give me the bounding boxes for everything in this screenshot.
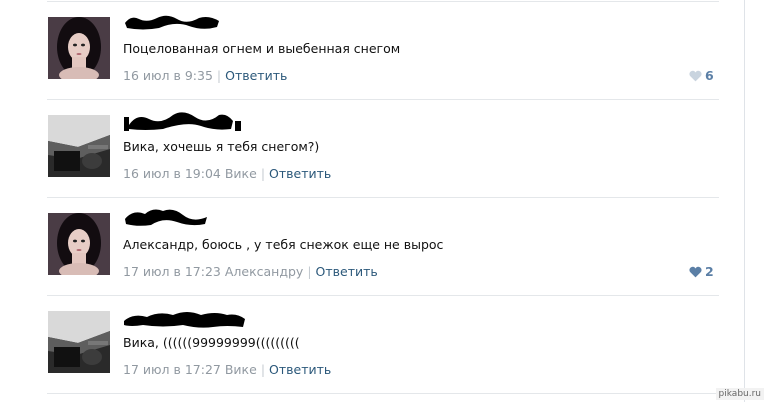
- comment-meta: 17 июл в 17:27 Вике | Ответить: [123, 362, 331, 378]
- heart-icon: [689, 266, 702, 278]
- comment-text: Вика, ((((((99999999(((((((((: [123, 335, 300, 350]
- wall-right-border: [744, 0, 745, 402]
- comment-item: Поцелованная огнем и выебенная снегом 16…: [0, 1, 744, 97]
- reply-link[interactable]: Ответить: [269, 166, 331, 181]
- reply-link[interactable]: Ответить: [225, 68, 287, 83]
- comment-meta: 16 июл в 9:35 | Ответить: [123, 68, 287, 84]
- comment-text: Вика, хочешь я тебя снегом?): [123, 139, 320, 154]
- reply-to-name[interactable]: Александру: [225, 264, 303, 279]
- comment-item: Вика, ((((((99999999((((((((( 17 июл в 1…: [0, 295, 744, 391]
- comment-date[interactable]: 17 июл в 17:27: [123, 362, 221, 377]
- avatar[interactable]: [48, 115, 110, 177]
- author-name-redacted[interactable]: [123, 107, 253, 131]
- meta-divider: |: [260, 362, 266, 377]
- reply-link[interactable]: Ответить: [269, 362, 331, 377]
- meta-divider: |: [260, 166, 266, 181]
- comment-date[interactable]: 17 июл в 17:23: [123, 264, 221, 279]
- comment-meta: 17 июл в 17:23 Александру | Ответить: [123, 264, 378, 280]
- avatar[interactable]: [48, 213, 110, 275]
- author-name-redacted[interactable]: [123, 9, 253, 33]
- reply-to-name[interactable]: Вике: [225, 362, 257, 377]
- like-count: 2: [705, 264, 714, 279]
- reply-link[interactable]: Ответить: [316, 264, 378, 279]
- meta-divider: |: [307, 264, 312, 279]
- comment-meta: 16 июл в 19:04 Вике | Ответить: [123, 166, 331, 182]
- reply-to-name[interactable]: Вике: [225, 166, 257, 181]
- comment-divider: [47, 393, 719, 394]
- comment-text: Александр, боюсь , у тебя снежок еще не …: [123, 237, 444, 252]
- meta-divider: |: [216, 68, 222, 83]
- avatar[interactable]: [48, 17, 110, 79]
- comment-item: Александр, боюсь , у тебя снежок еще не …: [0, 197, 744, 293]
- comment-item: Вика, хочешь я тебя снегом?) 16 июл в 19…: [0, 99, 744, 195]
- like-button[interactable]: 2: [689, 264, 714, 280]
- like-button[interactable]: 6: [689, 68, 714, 84]
- author-name-redacted[interactable]: [123, 303, 253, 328]
- comment-text: Поцелованная огнем и выебенная снегом: [123, 41, 401, 56]
- like-count: 6: [705, 68, 714, 83]
- heart-icon: [689, 70, 702, 82]
- comment-date[interactable]: 16 июл в 19:04: [123, 166, 221, 181]
- avatar[interactable]: [48, 311, 110, 373]
- comment-date[interactable]: 16 июл в 9:35: [123, 68, 213, 83]
- site-watermark: pikabu.ru: [715, 388, 764, 400]
- author-name-redacted[interactable]: [123, 205, 253, 229]
